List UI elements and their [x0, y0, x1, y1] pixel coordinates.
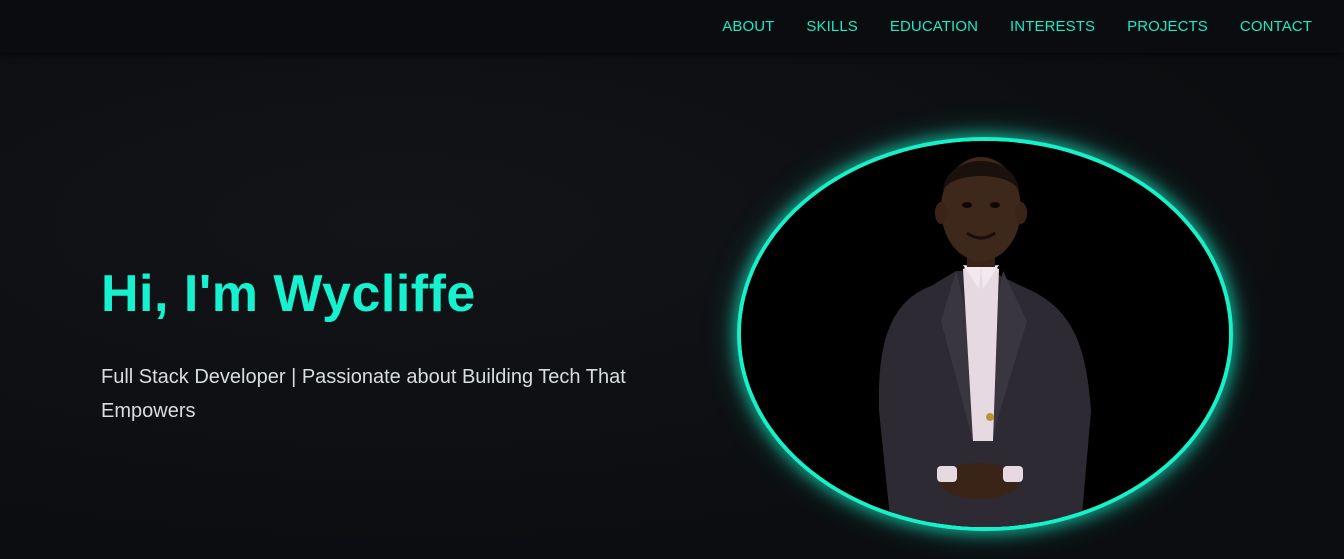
- nav-link-contact[interactable]: CONTACT: [1240, 18, 1312, 35]
- navbar: ABOUT SKILLS EDUCATION INTERESTS PROJECT…: [0, 0, 1344, 53]
- page: ABOUT SKILLS EDUCATION INTERESTS PROJECT…: [0, 0, 1344, 559]
- hero-title: Hi, I'm Wycliffe: [101, 265, 476, 323]
- nav-link-skills[interactable]: SKILLS: [806, 18, 857, 35]
- profile-photo-illustration: [741, 141, 1229, 527]
- nav-link-about[interactable]: ABOUT: [722, 18, 774, 35]
- profile-photo: [737, 137, 1233, 531]
- nav-link-interests[interactable]: INTERESTS: [1010, 18, 1095, 35]
- hero-subtitle: Full Stack Developer | Passionate about …: [101, 366, 626, 422]
- nav-link-projects[interactable]: PROJECTS: [1127, 18, 1208, 35]
- nav-link-education[interactable]: EDUCATION: [890, 18, 978, 35]
- hero-text: Hi, I'm Wycliffe Full Stack Developer | …: [101, 262, 681, 428]
